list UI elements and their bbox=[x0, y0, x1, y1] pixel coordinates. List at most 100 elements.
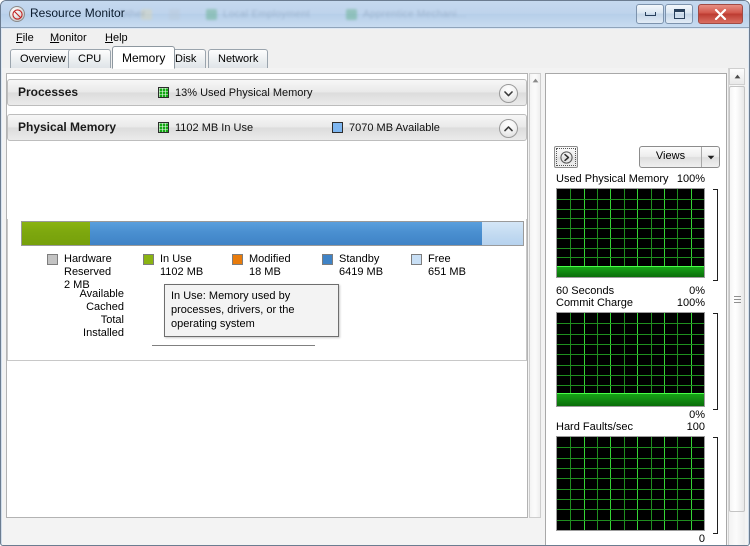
chart-ymax-label: 100% bbox=[676, 173, 705, 185]
legend-value: 1102 MB bbox=[160, 266, 204, 278]
stat-key: Installed bbox=[83, 327, 124, 339]
chart-gridline-vertical bbox=[610, 437, 611, 530]
stat-key: Total bbox=[100, 314, 124, 326]
chart-series-area bbox=[557, 266, 704, 277]
menu-file[interactable]: File bbox=[10, 31, 40, 46]
close-button[interactable] bbox=[698, 4, 743, 24]
chart-gridline-vertical bbox=[597, 437, 598, 530]
ghost-taskbar-item bbox=[206, 9, 217, 20]
tab-memory[interactable]: Memory bbox=[112, 46, 176, 69]
chart-ymin-label: 0% bbox=[689, 409, 705, 421]
close-icon bbox=[714, 8, 727, 20]
processes-section-title: Processes bbox=[18, 85, 79, 99]
minimize-button[interactable] bbox=[636, 4, 664, 24]
chart-title: Commit Charge bbox=[556, 297, 634, 309]
legend-value: 6419 MB bbox=[339, 266, 384, 278]
chart-gridline-vertical bbox=[677, 437, 678, 530]
physical-memory-collapse-toggle[interactable] bbox=[499, 119, 518, 138]
menu-help[interactable]: Help bbox=[99, 31, 134, 46]
chart-gridline-vertical bbox=[664, 189, 665, 277]
stat-key: Available bbox=[79, 288, 124, 300]
chart-gridline-horizontal bbox=[557, 365, 704, 366]
left-pane-scrollbar[interactable] bbox=[529, 73, 541, 518]
views-label: Views bbox=[655, 150, 686, 162]
menu-bar: File Monitor Help bbox=[2, 29, 748, 47]
chart-gridline-vertical bbox=[570, 437, 571, 530]
chart-title: Hard Faults/sec bbox=[556, 421, 634, 433]
legend-label: Free bbox=[428, 253, 451, 265]
legend-swatch-modified bbox=[232, 254, 243, 265]
chart-gridline-horizontal bbox=[557, 447, 704, 448]
chart-gridline-vertical bbox=[691, 189, 692, 277]
processes-collapse-toggle[interactable] bbox=[499, 84, 518, 103]
legend-swatch-in-use bbox=[143, 254, 154, 265]
chart-gridline-vertical bbox=[584, 437, 585, 530]
chart-range-bracket bbox=[713, 189, 718, 281]
chart-gridline-vertical bbox=[570, 189, 571, 277]
resource-monitor-icon bbox=[9, 6, 25, 22]
physical-memory-in-use-stat: 1102 MB In Use bbox=[175, 122, 254, 134]
chart-commit-charge: Commit Charge 100% 0% bbox=[556, 297, 718, 421]
expand-graphs-button[interactable] bbox=[554, 146, 578, 168]
maximize-button[interactable] bbox=[665, 4, 693, 24]
chart-gridline-horizontal bbox=[557, 478, 704, 479]
tab-cpu[interactable]: CPU bbox=[68, 49, 112, 68]
chart-gridline-vertical bbox=[651, 437, 652, 530]
chart-gridline-vertical bbox=[610, 189, 611, 277]
chevron-up-icon bbox=[504, 125, 513, 131]
right-pane-scrollbar[interactable] bbox=[728, 68, 745, 545]
views-dropdown-button[interactable]: Views bbox=[639, 146, 720, 168]
tab-strip: Overview CPU Memory Disk Network bbox=[2, 46, 748, 69]
physical-memory-section-title: Physical Memory bbox=[18, 120, 117, 134]
blue-square-icon bbox=[332, 122, 343, 133]
legend-label: Standby bbox=[339, 253, 380, 265]
scroll-up-arrow[interactable] bbox=[729, 68, 745, 85]
chart-gridline-horizontal bbox=[557, 509, 704, 510]
green-graph-icon bbox=[158, 87, 169, 98]
scroll-up-arrow[interactable] bbox=[530, 75, 540, 85]
stat-key: Cached bbox=[86, 301, 124, 313]
ghost-taskbar-item bbox=[169, 9, 180, 20]
tab-network[interactable]: Network bbox=[208, 49, 269, 68]
views-dropdown-arrow[interactable] bbox=[701, 147, 719, 167]
chart-plot-area bbox=[556, 312, 705, 407]
window-title: Resource Monitor bbox=[30, 6, 125, 20]
chart-hard-faults: Hard Faults/sec 100 0 bbox=[556, 421, 718, 545]
tab-overview[interactable]: Overview bbox=[10, 49, 76, 68]
chart-gridline-horizontal bbox=[557, 209, 704, 210]
title-bar[interactable]: Other Local Employment Apprentice Mechan… bbox=[1, 1, 749, 28]
processes-section-header[interactable]: Processes 13% Used Physical Memory bbox=[7, 79, 527, 106]
scrollbar-thumb[interactable] bbox=[729, 86, 745, 512]
chart-ymax-label: 100 bbox=[686, 421, 705, 433]
physical-memory-available-stat: 7070 MB Available bbox=[349, 122, 440, 134]
legend-value: 651 MB bbox=[428, 266, 466, 278]
chart-gridline-horizontal bbox=[557, 468, 704, 469]
legend-swatch-hardware-reserved bbox=[47, 254, 58, 265]
physical-memory-section-header[interactable]: Physical Memory 1102 MB In Use 7070 MB A… bbox=[7, 114, 527, 141]
ghost-taskbar-label: Apprentice Mechani... bbox=[363, 9, 467, 20]
chart-gridline-horizontal bbox=[557, 199, 704, 200]
legend-label-2: Reserved bbox=[64, 266, 112, 278]
chart-gridline-vertical bbox=[637, 437, 638, 530]
bar-segment-standby[interactable] bbox=[89, 222, 483, 245]
chart-gridline-vertical bbox=[664, 437, 665, 530]
legend-label: In Use bbox=[160, 253, 192, 265]
chart-gridline-horizontal bbox=[557, 489, 704, 490]
bar-segment-in-use[interactable] bbox=[22, 222, 90, 245]
chart-gridline-horizontal bbox=[557, 385, 704, 386]
legend-value: 18 MB bbox=[249, 266, 281, 278]
chart-ymax-label: 100% bbox=[676, 297, 705, 309]
menu-monitor[interactable]: Monitor bbox=[44, 31, 93, 46]
chart-series-area bbox=[557, 393, 704, 406]
chart-gridline-vertical bbox=[624, 437, 625, 530]
chart-gridline-vertical bbox=[677, 189, 678, 277]
bar-segment-free[interactable] bbox=[482, 222, 523, 245]
chart-plot-area bbox=[556, 188, 705, 278]
chart-gridline-horizontal bbox=[557, 499, 704, 500]
chart-gridline-horizontal bbox=[557, 354, 704, 355]
chart-plot-area bbox=[556, 436, 705, 531]
chart-used-physical-memory: Used Physical Memory 100% 60 Seconds 0% bbox=[556, 173, 718, 297]
maximize-icon bbox=[673, 9, 685, 19]
chart-gridline-vertical bbox=[637, 189, 638, 277]
chart-gridline-horizontal bbox=[557, 248, 704, 249]
